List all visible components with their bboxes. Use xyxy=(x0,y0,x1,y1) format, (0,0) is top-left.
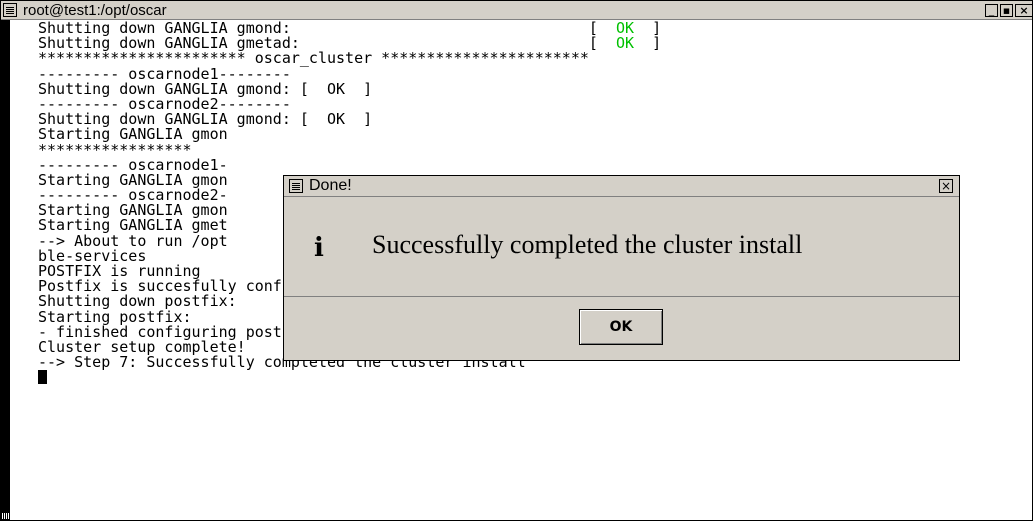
dialog-separator xyxy=(284,296,959,297)
minimize-icon[interactable]: _ xyxy=(985,4,998,17)
terminal-line-tail: ] xyxy=(634,34,662,53)
dialog-close-icon[interactable]: × xyxy=(939,179,953,193)
dialog-titlebar[interactable]: Done! × xyxy=(284,176,959,197)
dialog-message: Successfully completed the cluster insta… xyxy=(372,230,803,259)
dialog-body: i Successfully completed the cluster ins… xyxy=(284,197,959,297)
scrollbar[interactable] xyxy=(1,20,10,521)
dialog-title: Done! xyxy=(309,177,352,194)
status-ok-label: OK xyxy=(615,34,635,53)
terminal-prompt-line[interactable] xyxy=(38,370,806,385)
cursor xyxy=(38,370,47,385)
maximize-icon[interactable]: ▪ xyxy=(1000,4,1013,17)
info-icon: i xyxy=(314,233,324,263)
scrollbar-grip[interactable] xyxy=(2,513,9,519)
ok-button[interactable]: OK xyxy=(579,309,663,345)
dialog-menu-icon[interactable] xyxy=(289,179,303,193)
window-menu-icon[interactable] xyxy=(3,3,17,17)
close-icon[interactable]: × xyxy=(1015,4,1032,17)
window-titlebar[interactable]: root@test1:/opt/oscar _ ▪ × xyxy=(1,1,1032,20)
done-dialog: Done! × i Successfully completed the clu… xyxy=(283,175,960,361)
window-title: root@test1:/opt/oscar xyxy=(23,2,167,19)
